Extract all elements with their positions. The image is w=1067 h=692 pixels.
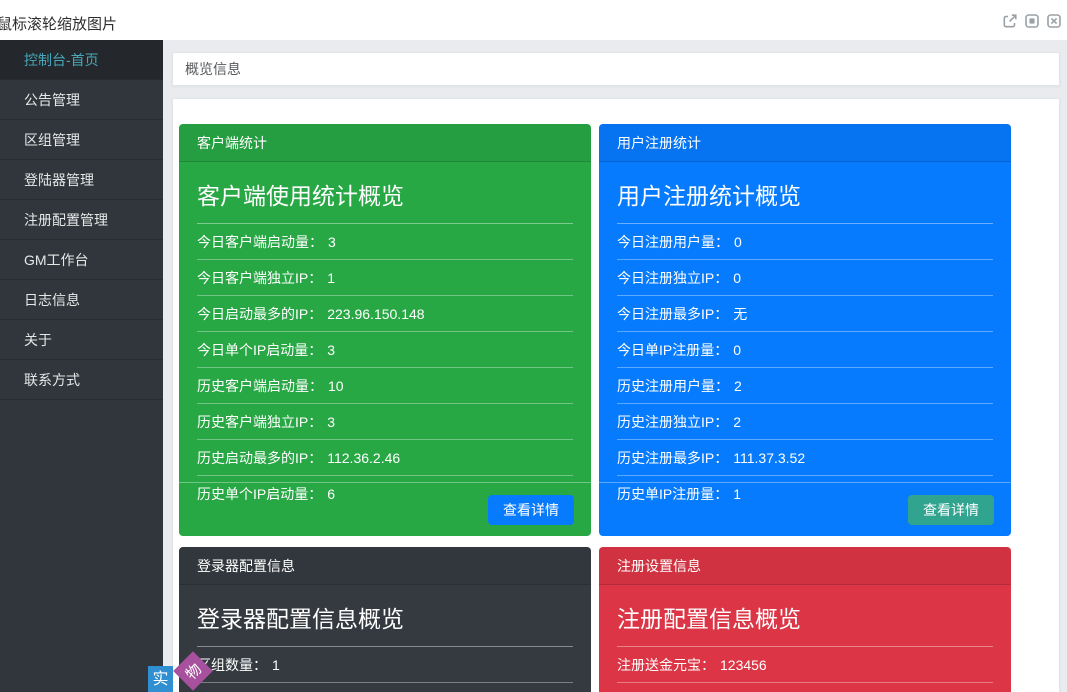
sidebar: 控制台-首页 公告管理 区组管理 登陆器管理 注册配置管理 GM工作台 日志信息… <box>0 40 163 692</box>
stat-row: 历史注册最多IP： 111.37.3.52 <box>617 440 993 476</box>
maximize-icon[interactable] <box>1024 13 1040 29</box>
card-user-registration-footer: 查看详情 <box>599 482 1011 536</box>
stat-row: 今日单IP注册量： 0 <box>617 332 993 368</box>
stat-label: 历史注册用户量： <box>617 378 729 394</box>
stat-value: 1 <box>327 270 335 286</box>
card-user-registration: 用户注册统计 用户注册统计概览 今日注册用户量： 0 今日注册独立IP： 0 今日注… <box>599 124 1011 536</box>
stat-value: 111.37.3.52 <box>733 450 805 466</box>
stat-row: 历史启动最多的IP： 112.36.2.46 <box>197 440 573 476</box>
card-registration-settings-header: 注册设置信息 <box>599 547 1011 585</box>
stat-value: 223.96.150.148 <box>327 306 424 322</box>
overview-panel: 客户端统计 客户端使用统计概览 今日客户端启动量： 3 今日客户端独立IP： 1 今… <box>172 98 1060 692</box>
card-client-stats-body: 客户端使用统计概览 今日客户端启动量： 3 今日客户端独立IP： 1 今日启动最多的… <box>179 162 591 511</box>
stat-value: 2 <box>733 414 741 430</box>
stat-row: 历史客户端独立IP： 3 <box>197 404 573 440</box>
stat-label: 历史客户端独立IP： <box>197 414 322 430</box>
stat-label: 注册送金元宝： <box>617 657 715 673</box>
stat-value: 3 <box>328 234 336 250</box>
stat-label: 今日单个IP启动量： <box>197 342 322 358</box>
stat-label: 今日客户端独立IP： <box>197 270 322 286</box>
titlebar: 鼠标滚轮缩放图片 <box>0 0 1067 40</box>
card-launcher-config-title: 登录器配置信息概览 <box>197 589 573 647</box>
stat-row: 今日客户端独立IP： 1 <box>197 260 573 296</box>
stat-row: 今日单个IP启动量： 3 <box>197 332 573 368</box>
sidebar-item-gm-workbench[interactable]: GM工作台 <box>0 240 163 280</box>
stat-row: 历史客户端启动量： 10 <box>197 368 573 404</box>
stat-label: 今日单IP注册量： <box>617 342 728 358</box>
stat-label: 今日客户端启动量： <box>197 234 323 250</box>
sidebar-item-zone-groups[interactable]: 区组管理 <box>0 120 163 160</box>
pop-out-icon[interactable] <box>1002 13 1018 29</box>
stat-row: 区组数量：1 <box>197 647 573 683</box>
stat-value: 0 <box>733 342 741 358</box>
stat-row: 今日启动最多的IP： 223.96.150.148 <box>197 296 573 332</box>
stat-row: 注册送银元宝：12346 <box>617 683 993 692</box>
stat-row: 今日注册用户量： 0 <box>617 224 993 260</box>
stat-label: 今日注册用户量： <box>617 234 729 250</box>
stat-value: 0 <box>734 234 742 250</box>
sidebar-item-console-home[interactable]: 控制台-首页 <box>0 40 163 80</box>
app-window: 鼠标滚轮缩放图片 控制台-首 <box>0 0 1067 692</box>
stat-row: 今日注册独立IP： 0 <box>617 260 993 296</box>
card-launcher-config-body: 登录器配置信息概览 区组数量：1 公告数量：1 <box>179 585 591 692</box>
card-client-stats: 客户端统计 客户端使用统计概览 今日客户端启动量： 3 今日客户端独立IP： 1 今… <box>179 124 591 536</box>
stat-value: 112.36.2.46 <box>327 450 400 466</box>
stat-label: 历史客户端启动量： <box>197 378 323 394</box>
sidebar-item-logs[interactable]: 日志信息 <box>0 280 163 320</box>
stat-row: 历史注册独立IP： 2 <box>617 404 993 440</box>
card-launcher-config: 登录器配置信息 登录器配置信息概览 区组数量：1 公告数量：1 <box>179 547 591 692</box>
stat-value: 无 <box>733 306 747 322</box>
stat-value: 3 <box>327 414 335 430</box>
page-title: 概览信息 <box>185 61 241 77</box>
window-controls <box>1002 13 1062 29</box>
stat-label: 历史启动最多的IP： <box>197 450 322 466</box>
card-registration-settings-body: 注册配置信息概览 注册送金元宝： 123456 注册送银元宝：12346 <box>599 585 1011 692</box>
stat-label: 今日启动最多的IP： <box>197 306 322 322</box>
card-client-stats-title: 客户端使用统计概览 <box>197 166 573 224</box>
card-registration-settings: 注册设置信息 注册配置信息概览 注册送金元宝： 123456 注册送银元宝：123… <box>599 547 1011 692</box>
card-user-registration-header: 用户注册统计 <box>599 124 1011 162</box>
stat-label: 今日注册最多IP： <box>617 306 728 322</box>
stat-value: 3 <box>327 342 335 358</box>
sidebar-item-register-config[interactable]: 注册配置管理 <box>0 200 163 240</box>
view-details-button-client[interactable]: 查看详情 <box>488 495 574 525</box>
stat-row: 注册送金元宝： 123456 <box>617 647 993 683</box>
stat-row: 今日客户端启动量： 3 <box>197 224 573 260</box>
view-details-button-registration[interactable]: 查看详情 <box>908 495 994 525</box>
stat-value: 2 <box>734 378 742 394</box>
sidebar-item-contact[interactable]: 联系方式 <box>0 360 163 400</box>
stat-value: 1 <box>272 657 280 673</box>
card-launcher-config-header: 登录器配置信息 <box>179 547 591 585</box>
card-client-stats-footer: 查看详情 <box>179 482 591 536</box>
sidebar-item-announcements[interactable]: 公告管理 <box>0 80 163 120</box>
page-header: 概览信息 <box>172 52 1060 86</box>
stat-row: 历史注册用户量： 2 <box>617 368 993 404</box>
sidebar-item-launcher-management[interactable]: 登陆器管理 <box>0 160 163 200</box>
stat-label: 历史注册最多IP： <box>617 450 728 466</box>
stat-value: 123456 <box>720 657 767 673</box>
stat-row: 今日注册最多IP： 无 <box>617 296 993 332</box>
sidebar-item-about[interactable]: 关于 <box>0 320 163 360</box>
card-user-registration-title: 用户注册统计概览 <box>617 166 993 224</box>
card-user-registration-body: 用户注册统计概览 今日注册用户量： 0 今日注册独立IP： 0 今日注册最多IP： 无… <box>599 162 1011 511</box>
window-title: 鼠标滚轮缩放图片 <box>0 13 117 34</box>
close-icon[interactable] <box>1046 13 1062 29</box>
stat-label: 今日注册独立IP： <box>617 270 728 286</box>
stat-row: 公告数量：1 <box>197 683 573 692</box>
floating-badge-shi[interactable]: 实 <box>148 666 173 692</box>
card-registration-settings-title: 注册配置信息概览 <box>617 589 993 647</box>
card-client-stats-header: 客户端统计 <box>179 124 591 162</box>
stat-label: 历史注册独立IP： <box>617 414 728 430</box>
stat-value: 0 <box>733 270 741 286</box>
floating-badge-wu-label: 物 <box>180 658 205 683</box>
stat-value: 10 <box>328 378 344 394</box>
